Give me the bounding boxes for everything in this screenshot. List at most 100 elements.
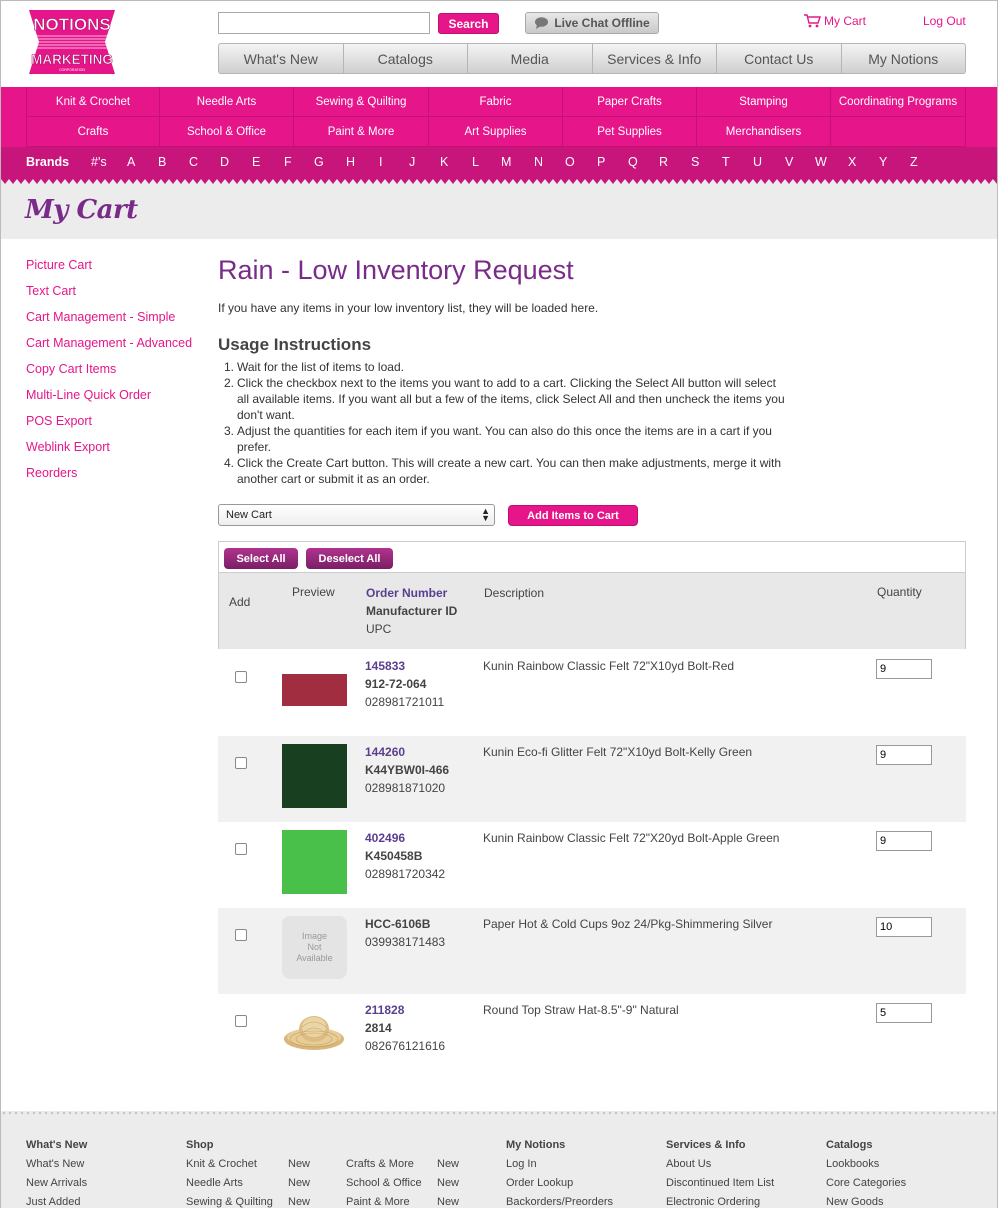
order-number-link[interactable]: 402496 — [365, 831, 405, 845]
category-crafts[interactable]: Crafts — [26, 117, 160, 147]
quantity-input[interactable]: 9 — [876, 831, 932, 851]
log-out-link[interactable]: Log Out — [923, 14, 966, 28]
select-all-button[interactable]: Select All — [224, 548, 298, 569]
footer-link[interactable]: New Goods — [826, 1196, 906, 1208]
footer-link[interactable]: Lookbooks — [826, 1158, 906, 1177]
notions-marketing-logo[interactable]: NOTIONS MARKETING CORPORATION — [25, 8, 119, 76]
footer-link[interactable]: Sewing & Quilting — [186, 1196, 273, 1208]
quantity-input[interactable]: 10 — [876, 917, 932, 937]
sidebar-item-multi-line-quick-order[interactable]: Multi-Line Quick Order — [26, 388, 192, 414]
search-input[interactable] — [218, 12, 430, 34]
brand-letter[interactable]: A — [127, 155, 135, 169]
footer-link[interactable]: What's New — [26, 1158, 87, 1177]
category-art-supplies[interactable]: Art Supplies — [429, 117, 563, 147]
sidebar-item-pos-export[interactable]: POS Export — [26, 414, 192, 440]
category-merchandisers[interactable]: Merchandisers — [697, 117, 831, 147]
sidebar-item-reorders[interactable]: Reorders — [26, 466, 192, 492]
brands-label[interactable]: Brands — [26, 155, 69, 169]
brand-letter[interactable]: X — [848, 155, 856, 169]
my-cart-link[interactable]: My Cart — [803, 14, 866, 28]
brand-letter[interactable]: W — [815, 155, 827, 169]
footer-link[interactable]: Core Categories — [826, 1177, 906, 1196]
footer-link[interactable]: Needle Arts — [186, 1177, 273, 1196]
quantity-input[interactable]: 9 — [876, 745, 932, 765]
brand-letter[interactable]: K — [440, 155, 448, 169]
footer-link[interactable]: New — [288, 1158, 310, 1177]
footer-link[interactable]: Order Lookup — [506, 1177, 613, 1196]
cart-select[interactable]: New Cart ▲ ▼ — [218, 504, 495, 526]
nav-my-notions[interactable]: My Notions — [841, 43, 966, 74]
footer-link[interactable]: About Us — [666, 1158, 774, 1177]
add-checkbox[interactable] — [235, 757, 247, 769]
search-button[interactable]: Search — [438, 13, 499, 34]
order-number-link[interactable]: 145833 — [365, 659, 405, 673]
footer-link[interactable]: Discontinued Item List — [666, 1177, 774, 1196]
footer-link[interactable]: Just Added — [26, 1196, 87, 1208]
quantity-input[interactable]: 5 — [876, 1003, 932, 1023]
sidebar-item-text-cart[interactable]: Text Cart — [26, 284, 192, 310]
brand-letter[interactable]: M — [501, 155, 511, 169]
sidebar-item-weblink-export[interactable]: Weblink Export — [26, 440, 192, 466]
category-stamping[interactable]: Stamping — [697, 87, 831, 117]
footer-link[interactable]: New — [437, 1196, 459, 1208]
sidebar-item-copy-cart-items[interactable]: Copy Cart Items — [26, 362, 192, 388]
brand-letter[interactable]: U — [753, 155, 762, 169]
brand-letter[interactable]: E — [252, 155, 260, 169]
nav-media[interactable]: Media — [468, 43, 593, 74]
brand-letter[interactable]: Q — [628, 155, 638, 169]
header-order-number[interactable]: Order Number — [366, 586, 447, 600]
brand-letter[interactable]: G — [314, 155, 324, 169]
category-needle-arts[interactable]: Needle Arts — [160, 87, 294, 117]
category-paper-crafts[interactable]: Paper Crafts — [563, 87, 697, 117]
category-knit-crochet[interactable]: Knit & Crochet — [26, 87, 160, 117]
sidebar-item-cart-management-simple[interactable]: Cart Management - Simple — [26, 310, 192, 336]
brand-letter[interactable]: H — [346, 155, 355, 169]
brand-letter[interactable]: D — [220, 155, 229, 169]
category-pet-supplies[interactable]: Pet Supplies — [563, 117, 697, 147]
brand-letter[interactable]: S — [691, 155, 699, 169]
nav-services-info[interactable]: Services & Info — [592, 43, 717, 74]
category-fabric[interactable]: Fabric — [429, 87, 563, 117]
footer-link[interactable]: School & Office — [346, 1177, 422, 1196]
order-number-link[interactable]: 144260 — [365, 745, 405, 759]
footer-link[interactable]: New — [437, 1177, 459, 1196]
nav-whats-new[interactable]: What's New — [218, 43, 344, 74]
footer-link[interactable]: New — [288, 1196, 310, 1208]
brand-letter[interactable]: Z — [910, 155, 918, 169]
footer-link[interactable]: New Arrivals — [26, 1177, 87, 1196]
footer-link[interactable]: Paint & More — [346, 1196, 422, 1208]
brand-letter[interactable]: T — [722, 155, 730, 169]
add-items-to-cart-button[interactable]: Add Items to Cart — [508, 505, 638, 526]
add-checkbox[interactable] — [235, 671, 247, 683]
brand-letter[interactable]: N — [534, 155, 543, 169]
brand-letter[interactable]: C — [189, 155, 198, 169]
sidebar-item-picture-cart[interactable]: Picture Cart — [26, 258, 192, 284]
footer-link[interactable]: Log In — [506, 1158, 613, 1177]
add-checkbox[interactable] — [235, 1015, 247, 1027]
brand-letter[interactable]: J — [409, 155, 415, 169]
add-checkbox[interactable] — [235, 843, 247, 855]
brand-letter[interactable]: Y — [879, 155, 887, 169]
nav-catalogs[interactable]: Catalogs — [343, 43, 468, 74]
footer-link[interactable]: Crafts & More — [346, 1158, 422, 1177]
footer-link[interactable]: Backorders/Preorders — [506, 1196, 613, 1208]
category-coordinating-programs[interactable]: Coordinating Programs — [831, 87, 966, 117]
live-chat-button[interactable]: Live Chat Offline — [525, 12, 659, 34]
sidebar-item-cart-management-advanced[interactable]: Cart Management - Advanced — [26, 336, 192, 362]
footer-link[interactable]: New — [288, 1177, 310, 1196]
footer-link[interactable]: Knit & Crochet — [186, 1158, 273, 1177]
brand-letter[interactable]: V — [785, 155, 793, 169]
brand-letter[interactable]: O — [565, 155, 575, 169]
quantity-input[interactable]: 9 — [876, 659, 932, 679]
brand-letter[interactable]: P — [597, 155, 605, 169]
add-checkbox[interactable] — [235, 929, 247, 941]
footer-link[interactable]: Electronic Ordering — [666, 1196, 774, 1208]
brand-letter-numbers[interactable]: #'s — [91, 155, 107, 169]
deselect-all-button[interactable]: Deselect All — [306, 548, 393, 569]
category-school-office[interactable]: School & Office — [160, 117, 294, 147]
brand-letter[interactable]: R — [659, 155, 668, 169]
brand-letter[interactable]: F — [284, 155, 292, 169]
order-number-link[interactable]: 211828 — [365, 1003, 404, 1017]
category-paint-more[interactable]: Paint & More — [294, 117, 429, 147]
brand-letter[interactable]: B — [158, 155, 166, 169]
